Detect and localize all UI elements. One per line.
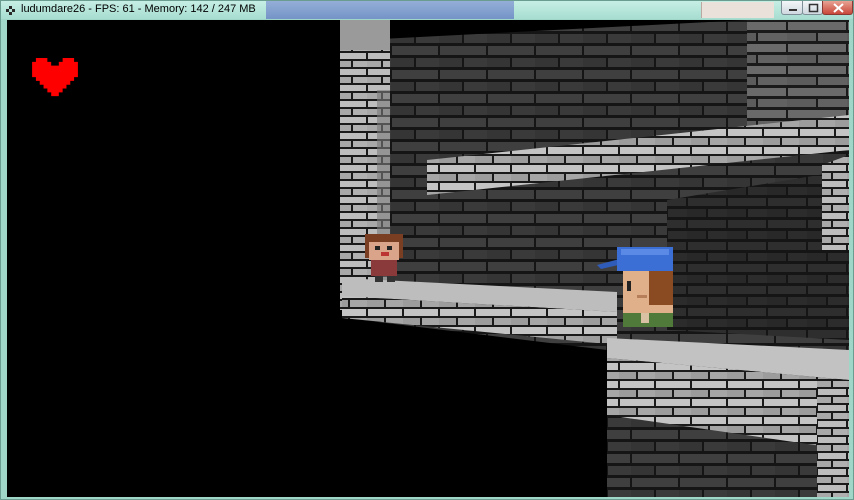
close-button[interactable] [822,1,853,15]
game-window: ludumdare26 - FPS: 61 - Memory: 142 / 24… [0,0,854,500]
foreground-block-lower [817,380,849,497]
title-bar[interactable]: ludumdare26 - FPS: 61 - Memory: 142 / 24… [1,1,853,19]
background-window-thumbnail [701,2,774,18]
pillar-top [340,20,390,50]
app-icon [6,6,15,15]
background-window-strip [266,1,514,19]
game-viewport[interactable] [7,20,849,497]
right-upper-block [822,155,849,250]
minimize-button[interactable] [781,1,803,15]
game-scene [340,20,849,497]
heart-icon [32,58,78,97]
maximize-button[interactable] [802,1,823,15]
maximize-icon [808,3,819,13]
window-title: ludumdare26 - FPS: 61 - Memory: 142 / 24… [21,3,256,15]
minimize-icon [789,9,797,11]
close-icon [833,3,844,13]
